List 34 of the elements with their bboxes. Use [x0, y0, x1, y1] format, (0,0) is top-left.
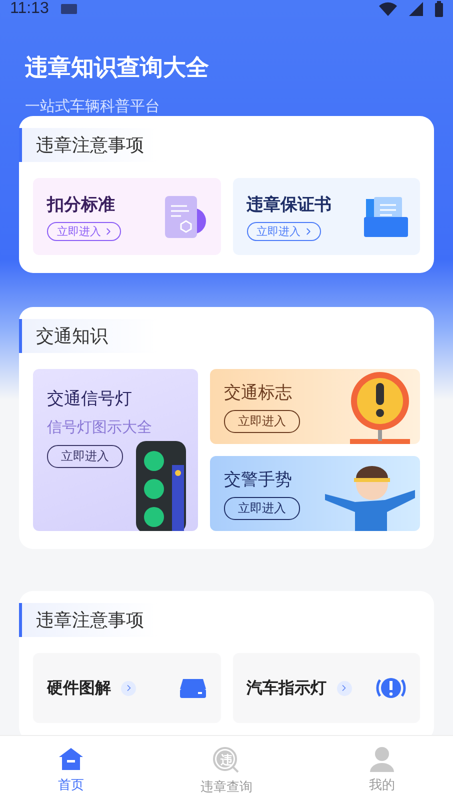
feature-tile[interactable]: 交通标志 立即进入	[210, 369, 420, 444]
tile-title: 交通信号灯	[47, 388, 132, 410]
chevron-icon	[121, 680, 136, 696]
tile-title: 交通标志	[224, 382, 292, 404]
document-tray-icon	[362, 194, 410, 238]
tile-title: 交警手势	[224, 468, 292, 490]
feature-tile[interactable]: 扣分标准 立即进入	[33, 178, 220, 255]
app-title: 违章知识查询大全	[25, 54, 210, 83]
enter-button[interactable]: 立即进入	[224, 496, 300, 520]
guide-tile[interactable]: 硬件图解	[33, 653, 220, 723]
chevron-icon	[336, 680, 352, 696]
user-icon	[368, 746, 395, 772]
tile-title: 扣分标准	[47, 194, 115, 216]
keyboard-icon	[60, 4, 77, 14]
enter-button[interactable]: 立即进入	[246, 222, 320, 240]
signal-icon	[409, 2, 423, 16]
status-time: 11:13	[10, 0, 49, 18]
enter-button[interactable]: 立即进入	[47, 445, 123, 468]
tile-subtitle: 信号灯图示大全	[47, 418, 152, 437]
feature-tile[interactable]: 违章保证书 立即进入	[232, 178, 420, 255]
tile-title: 汽车指示灯	[246, 678, 326, 698]
feature-tile[interactable]: 交通信号灯 信号灯图示大全 立即进入	[33, 369, 198, 531]
guide-tile[interactable]: 汽车指示灯	[232, 653, 420, 723]
battery-icon	[435, 1, 443, 17]
hard-drive-icon	[178, 677, 206, 699]
wifi-icon	[379, 2, 397, 16]
nav-tab[interactable]: 首页	[38, 736, 104, 805]
app-subtitle: 一站式车辆科普平台	[25, 97, 161, 116]
home-icon	[58, 746, 84, 772]
tile-title: 硬件图解	[47, 678, 111, 698]
feature-tile[interactable]: 交警手势 立即进入	[210, 456, 420, 531]
enter-button[interactable]: 立即进入	[47, 222, 121, 240]
tile-title: 违章保证书	[246, 194, 332, 216]
enter-button[interactable]: 立即进入	[224, 410, 300, 432]
